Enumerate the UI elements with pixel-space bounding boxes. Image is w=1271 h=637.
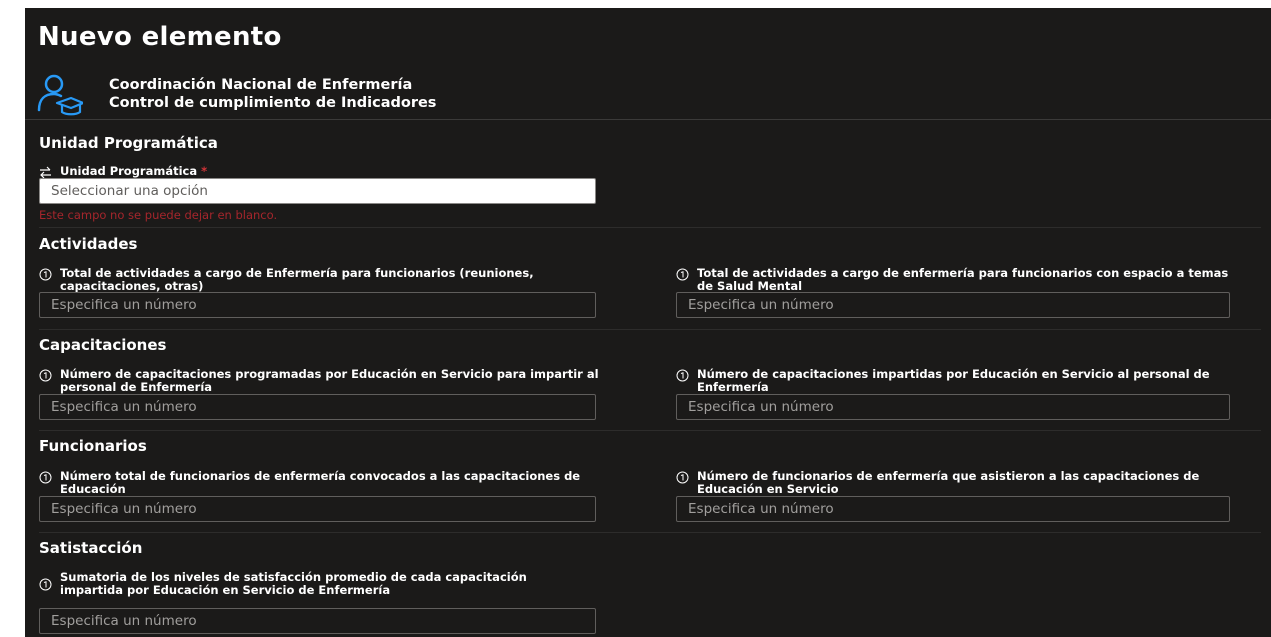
capacitaciones-field1-input[interactable]: Especifica un número (39, 394, 596, 420)
actividades-field2-text: Total de actividades a cargo de enfermer… (697, 266, 1229, 293)
required-mark: * (201, 164, 208, 178)
funcionarios-field2-label: Número de funcionarios de enfermería que… (676, 470, 1246, 496)
satisfaccion-field1-label: Sumatoria de los niveles de satisfacción… (39, 571, 579, 597)
capacitaciones-field2-label: Número de capacitaciones impartidas por … (676, 368, 1246, 394)
person-graduation-icon (37, 74, 83, 116)
funcionarios-field1-text: Número total de funcionarios de enfermer… (60, 469, 581, 496)
number-symbol-icon (39, 268, 52, 281)
header-brand: Coordinación Nacional de Enfermería Cont… (35, 70, 436, 118)
unidad-field-label: Unidad Programática * (39, 165, 207, 179)
section-heading-unidad: Unidad Programática (39, 134, 218, 152)
actividades-field2-input[interactable]: Especifica un número (676, 292, 1230, 318)
header-org: Coordinación Nacional de Enfermería Cont… (109, 76, 436, 112)
page-title: Nuevo elemento (38, 22, 282, 52)
org-name: Coordinación Nacional de Enfermería (109, 77, 413, 93)
section-heading-satisfaccion: Satistacción (39, 539, 143, 557)
capacitaciones-field1-label: Número de capacitaciones programadas por… (39, 368, 609, 394)
funcionarios-field1-label: Número total de funcionarios de enfermer… (39, 470, 609, 496)
unidad-error-message: Este campo no se puede dejar en blanco. (39, 208, 278, 222)
number-symbol-icon (676, 369, 689, 382)
section-heading-funcionarios: Funcionarios (39, 437, 147, 455)
list-name: Control de cumplimiento de Indicadores (109, 95, 437, 111)
satisfaccion-field1-text: Sumatoria de los niveles de satisfacción… (60, 570, 527, 597)
section-divider (39, 532, 1261, 533)
capacitaciones-field2-text: Número de capacitaciones impartidas por … (697, 367, 1210, 394)
actividades-field1-text: Total de actividades a cargo de Enfermer… (60, 266, 534, 293)
section-heading-capacitaciones: Capacitaciones (39, 336, 167, 354)
capacitaciones-field2-input[interactable]: Especifica un número (676, 394, 1230, 420)
unidad-label-text: Unidad Programática (60, 164, 198, 178)
funcionarios-field2-text: Número de funcionarios de enfermería que… (697, 469, 1200, 496)
satisfaccion-field1-input[interactable]: Especifica un número (39, 608, 596, 634)
number-symbol-icon (676, 471, 689, 484)
header-divider (25, 119, 1271, 120)
new-item-panel: Nuevo elemento Coordinación Nacional de … (25, 8, 1271, 637)
actividades-field1-input[interactable]: Especifica un número (39, 292, 596, 318)
actividades-field2-label: Total de actividades a cargo de enfermer… (676, 267, 1246, 293)
number-symbol-icon (39, 369, 52, 382)
actividades-field1-label: Total de actividades a cargo de Enfermer… (39, 267, 609, 293)
section-divider (39, 430, 1261, 431)
section-divider (39, 329, 1261, 330)
funcionarios-field1-input[interactable]: Especifica un número (39, 496, 596, 522)
number-symbol-icon (676, 268, 689, 281)
number-symbol-icon (39, 471, 52, 484)
section-divider (39, 227, 1261, 228)
capacitaciones-field1-text: Número de capacitaciones programadas por… (60, 367, 599, 394)
number-symbol-icon (39, 578, 52, 591)
funcionarios-field2-input[interactable]: Especifica un número (676, 496, 1230, 522)
section-heading-actividades: Actividades (39, 235, 138, 253)
unidad-programatica-select[interactable]: Seleccionar una opción (39, 178, 596, 204)
